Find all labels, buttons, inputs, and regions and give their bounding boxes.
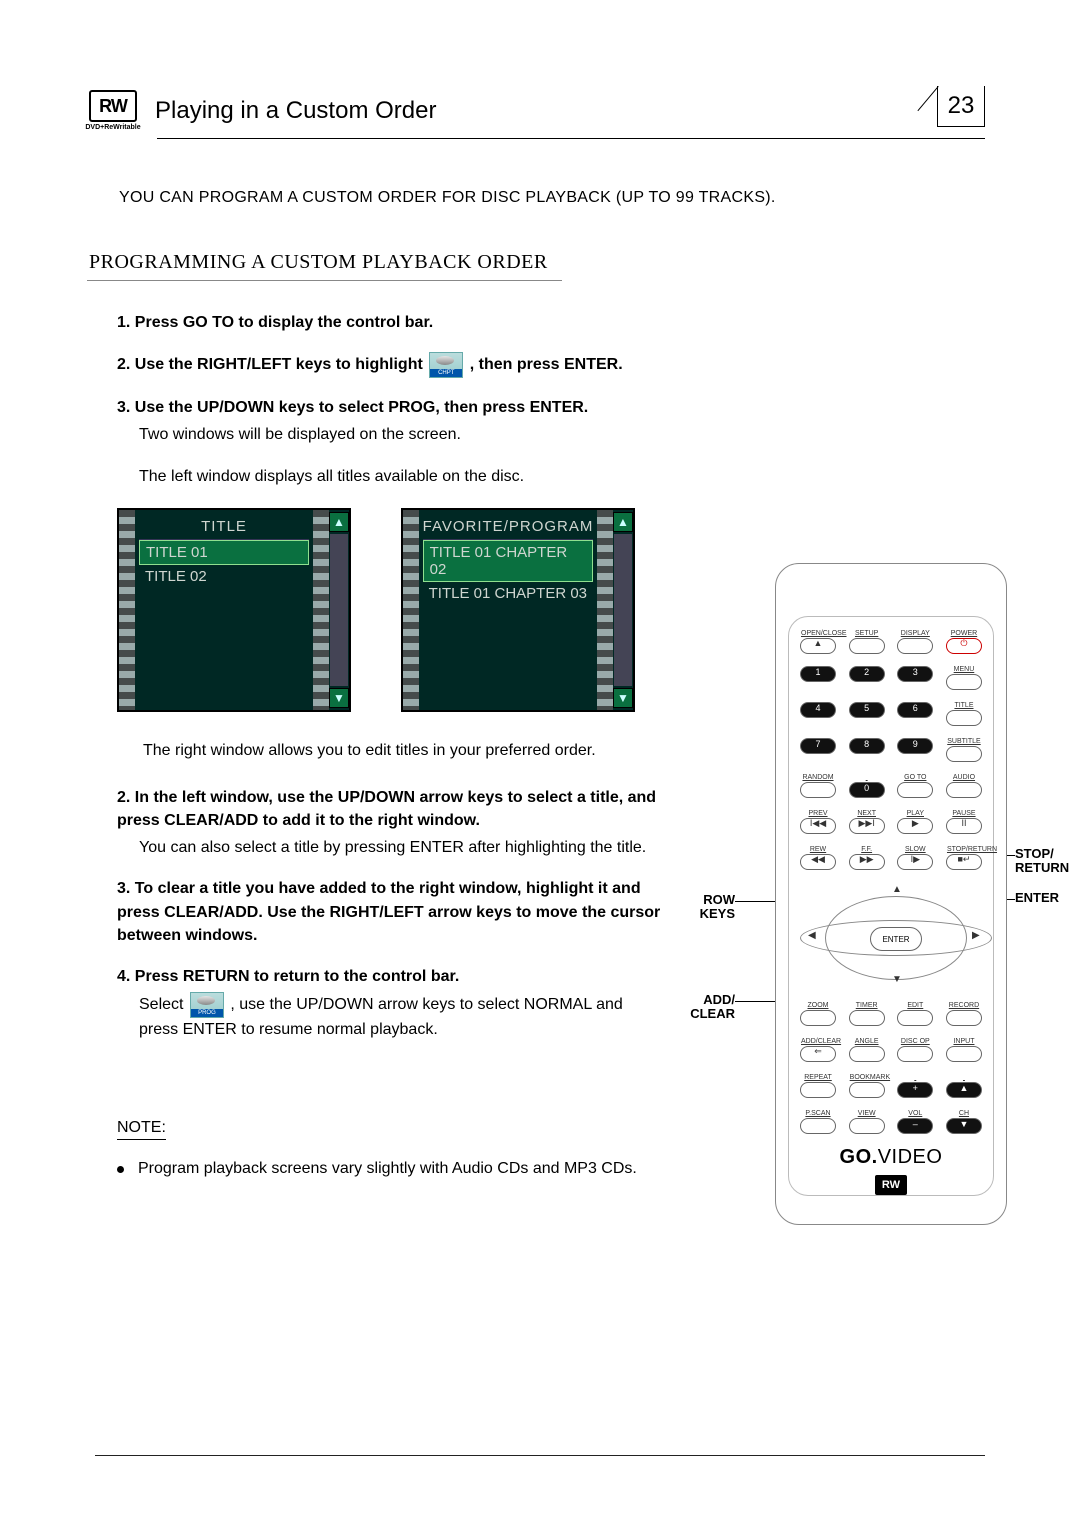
num-7-button: 7 [800,738,836,754]
prev-button: I◀◀ [800,818,836,834]
brand-rw-badge: RW [875,1175,907,1195]
num-0-button: 0 [849,782,885,798]
audio-button [946,782,982,798]
page-number: 23 [937,86,985,127]
repeat-button [800,1082,836,1098]
filmstrip-right [597,510,613,710]
scroll-down-icon: ▼ [329,688,349,708]
discop-button [897,1046,933,1062]
scroll-up-icon: ▲ [613,512,633,532]
title-window: TITLE TITLE 01 TITLE 02 ▲ ▼ [117,508,351,712]
header-rule [157,137,985,139]
scroll-up-icon: ▲ [329,512,349,532]
right-window-caption: The right window allows you to edit titl… [143,742,665,760]
ch-down-button: ▼ [946,1118,982,1134]
filmstrip-right [313,510,329,710]
setup-button [849,638,885,654]
timer-button [849,1010,885,1026]
note-body: Program playback screens vary slightly w… [117,1160,665,1178]
rw-logo-sub: DVD+ReWritable [85,124,140,131]
record-button [946,1010,982,1026]
remote-diagram: ROW KEYS ADD/ CLEAR STOP/ RETURN ENTER O… [715,563,1080,1225]
favorite-window: FAVORITE/PROGRAM TITLE 01 CHAPTER 02 TIT… [401,508,635,712]
footer-rule [95,1455,985,1456]
callout-stop-return: STOP/ RETURN [1015,847,1080,876]
callout-enter: ENTER [1015,891,1080,905]
view-button [849,1118,885,1134]
num-1-button: 1 [800,666,836,682]
scroll-down-icon: ▼ [613,688,633,708]
step-b3: 3. To clear a title you have added to th… [117,877,665,947]
subtitle-button [946,746,982,762]
rw-logo-text: RW [89,90,137,122]
bullet-icon [117,1166,124,1173]
callout-add-clear: ADD/ CLEAR [675,993,735,1022]
display-button [897,638,933,654]
osd-windows: TITLE TITLE 01 TITLE 02 ▲ ▼ FAVORITE/PRO… [117,508,665,712]
title-button [946,710,982,726]
prog-icon: PROG [190,992,224,1018]
step-b4: 4. Press RETURN to return to the control… [117,965,665,1041]
angle-button [849,1046,885,1062]
arrow-left-icon: ◀ [808,930,816,941]
add-clear-button: ⇐ [800,1046,836,1062]
step-1: 1. Press GO TO to display the control ba… [117,311,665,334]
goto-button [897,782,933,798]
pause-button: II [946,818,982,834]
scroll-col: ▲ ▼ [613,510,633,710]
fav-row-2: TITLE 01 CHAPTER 03 [423,582,594,605]
dpad: ▲ ▼ ◀ ▶ ENTER [800,882,990,992]
title-row-2: TITLE 02 [139,565,309,588]
menu-button [946,674,982,690]
num-9-button: 9 [897,738,933,754]
filmstrip-left [119,510,135,710]
stop-return-button: ■↵ [946,854,982,870]
scroll-col: ▲ ▼ [329,510,349,710]
num-8-button: 8 [849,738,885,754]
play-button: ▶ [897,818,933,834]
ff-button: ▶▶ [849,854,885,870]
power-button: ⏻ [946,638,982,654]
section-heading: PROGRAMMING A CUSTOM PLAYBACK ORDER [87,247,562,281]
fav-row-1: TITLE 01 CHAPTER 02 [423,540,594,582]
chpt-icon: CHPT [429,352,463,378]
open-close-button: ▲ [800,638,836,654]
enter-button: ENTER [870,927,922,951]
zoom-button [800,1010,836,1026]
pscan-button [800,1118,836,1134]
ch-up-button: ▲ [946,1082,982,1098]
rew-button: ◀◀ [800,854,836,870]
step-b2: 2. In the left window, use the UP/DOWN a… [117,786,665,860]
num-6-button: 6 [897,702,933,718]
slow-button: I▶ [897,854,933,870]
num-4-button: 4 [800,702,836,718]
vol-down-button: – [897,1118,933,1134]
page-title: Playing in a Custom Order [155,97,985,125]
rw-badge: RW DVD+ReWritable [85,90,141,131]
num-3-button: 3 [897,666,933,682]
random-button [800,782,836,798]
edit-button [897,1010,933,1026]
step-3: 3. Use the UP/DOWN keys to select PROG, … [117,396,665,488]
arrow-right-icon: ▶ [972,930,980,941]
title-window-header: TITLE [139,514,309,540]
next-button: ▶▶I [849,818,885,834]
filmstrip-left [403,510,419,710]
bookmark-button [849,1082,885,1098]
intro-text: YOU CAN PROGRAM A CUSTOM ORDER FOR DISC … [119,189,985,207]
vol-up-button: + [897,1082,933,1098]
arrow-up-icon: ▲ [892,884,902,895]
step-2: 2. Use the RIGHT/LEFT keys to highlight … [117,352,665,378]
title-row-1: TITLE 01 [139,540,309,565]
note-heading: NOTE: [117,1119,166,1140]
arrow-down-icon: ▼ [892,974,902,985]
num-2-button: 2 [849,666,885,682]
input-button [946,1046,982,1062]
favorite-window-header: FAVORITE/PROGRAM [423,514,594,540]
num-5-button: 5 [849,702,885,718]
brand-logo: GO.VIDEO [800,1146,982,1169]
callout-row-keys: ROW KEYS [675,893,735,922]
remote-row-1: OPEN/CLOSE▲ SETUP DISPLAY POWER⏻ [800,630,982,654]
